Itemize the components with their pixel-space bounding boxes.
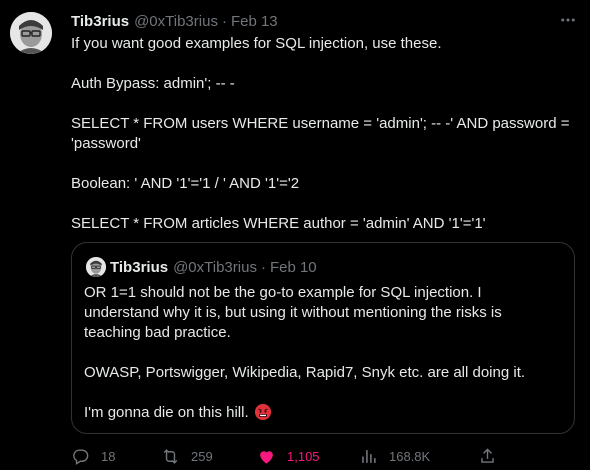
tweet-paragraph: SELECT * FROM articles WHERE author = 'a… [71, 215, 486, 232]
quoted-text: OR 1=1 should not be the go-to example f… [84, 283, 544, 423]
reply-count: 18 [101, 448, 116, 464]
author-name[interactable]: Tib3rius [71, 13, 129, 30]
quoted-paragraph: OWASP, Portswigger, Wikipedia, Rapid7, S… [84, 364, 526, 381]
tweet-paragraph: SELECT * FROM users WHERE username = 'ad… [71, 115, 574, 152]
quoted-paragraph: I'm gonna die on this hill. [84, 404, 249, 421]
tweet-paragraph: Boolean: ' AND '1'='1 / ' AND '1'='2 [71, 175, 300, 192]
repost-icon [163, 448, 178, 464]
quoted-date: Feb 10 [269, 258, 317, 276]
quoted-author-handle: @0xTib3rius [173, 258, 257, 276]
views-icon [362, 449, 376, 463]
tweet-date[interactable]: Feb 13 [231, 13, 278, 30]
quoted-paragraph: OR 1=1 should not be the go-to example f… [84, 284, 502, 341]
repost-count: 259 [191, 448, 213, 464]
more-icon[interactable] [556, 10, 580, 30]
author-handle[interactable]: @0xTib3rius [134, 13, 218, 30]
quoted-last-line: I'm gonna die on this hill. [84, 403, 544, 423]
tweet-paragraph: Auth Bypass: admin'; -- - [71, 75, 235, 92]
repost-button[interactable]: 259 [161, 445, 213, 467]
like-button[interactable]: 1,105 [257, 445, 320, 467]
share-button[interactable] [478, 445, 508, 467]
quoted-author-avatar [86, 257, 106, 277]
tweet-text: If you want good examples for SQL inject… [71, 34, 576, 234]
views-button[interactable]: 168.8K [359, 445, 430, 467]
author-avatar[interactable] [10, 12, 52, 54]
quoted-header: Tib3rius @0xTib3rius · Feb 10 [110, 257, 317, 277]
angry-face-icon [254, 404, 271, 420]
share-icon [481, 447, 494, 463]
quoted-tweet[interactable]: Tib3rius @0xTib3rius · Feb 10 OR 1=1 sho… [71, 242, 575, 434]
reply-icon [73, 448, 89, 465]
tweet[interactable]: Tib3rius @0xTib3rius · Feb 13 If you wan… [0, 0, 590, 470]
quoted-separator: · [260, 258, 266, 276]
tweet-header: Tib3rius @0xTib3rius · Feb 13 [71, 11, 278, 31]
tweet-paragraph: If you want good examples for SQL inject… [71, 35, 442, 52]
action-bar: 18 259 1,105 168.8K [71, 445, 581, 467]
heart-icon [260, 450, 273, 464]
view-count: 168.8K [389, 448, 431, 464]
header-separator: · [221, 12, 227, 30]
like-count: 1,105 [287, 448, 320, 464]
reply-button[interactable]: 18 [71, 445, 115, 467]
quoted-author-name: Tib3rius [110, 258, 169, 276]
